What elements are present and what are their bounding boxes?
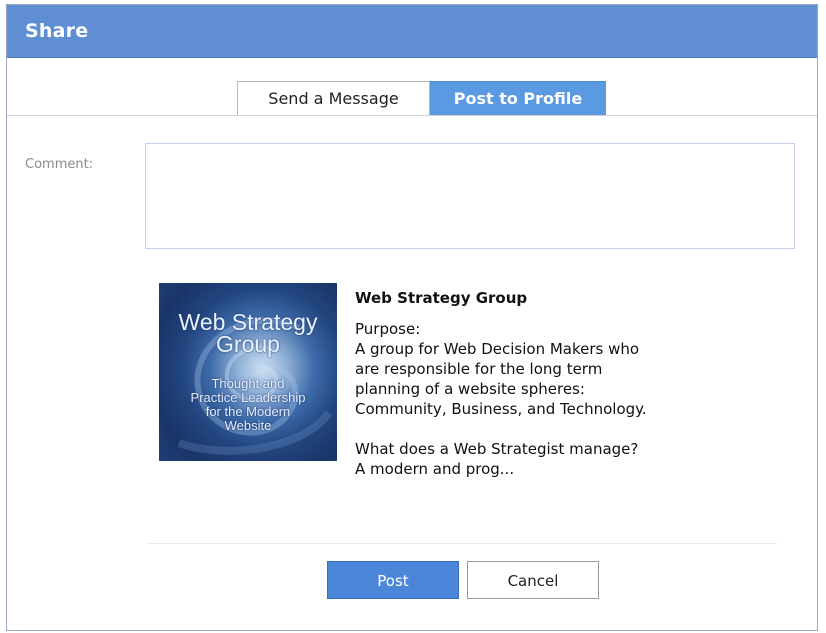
thumbnail-sub-line-3: for the Modern (205, 404, 291, 419)
dialog-buttons: Post Cancel (327, 561, 599, 599)
dialog-title: Share (25, 20, 89, 42)
buttons-divider (147, 543, 777, 544)
attachment-preview: Web Strategy Group Thought and Practice … (147, 267, 777, 533)
attachment-description: Purpose: A group for Web Decision Makers… (355, 320, 647, 478)
group-thumbnail-image: Web Strategy Group Thought and Practice … (159, 283, 337, 461)
thumbnail-title-line-1: Web Strategy (178, 309, 318, 335)
thumbnail-sub-line-2: Practice Leadership (190, 390, 306, 405)
cancel-button[interactable]: Cancel (467, 561, 599, 599)
tab-send-message[interactable]: Send a Message (237, 81, 430, 115)
share-tabs: Send a Message Post to Profile (237, 81, 606, 115)
comment-label: Comment: (25, 157, 94, 172)
thumbnail-title-line-2: Group (216, 331, 280, 357)
attachment-title[interactable]: Web Strategy Group (355, 289, 527, 307)
dialog-titlebar: Share (7, 5, 817, 58)
post-button[interactable]: Post (327, 561, 459, 599)
thumbnail-sub-line-1: Thought and (211, 376, 285, 391)
comment-input[interactable] (145, 143, 795, 249)
tab-post-to-profile[interactable]: Post to Profile (430, 81, 606, 115)
thumbnail-title: Web Strategy Group (159, 309, 337, 357)
thumbnail-sub-line-4: Website (224, 418, 272, 433)
share-dialog: Share Send a Message Post to Profile Com… (6, 4, 818, 631)
thumbnail-subtitle: Thought and Practice Leadership for the … (159, 377, 337, 433)
tabs-divider (7, 115, 817, 116)
